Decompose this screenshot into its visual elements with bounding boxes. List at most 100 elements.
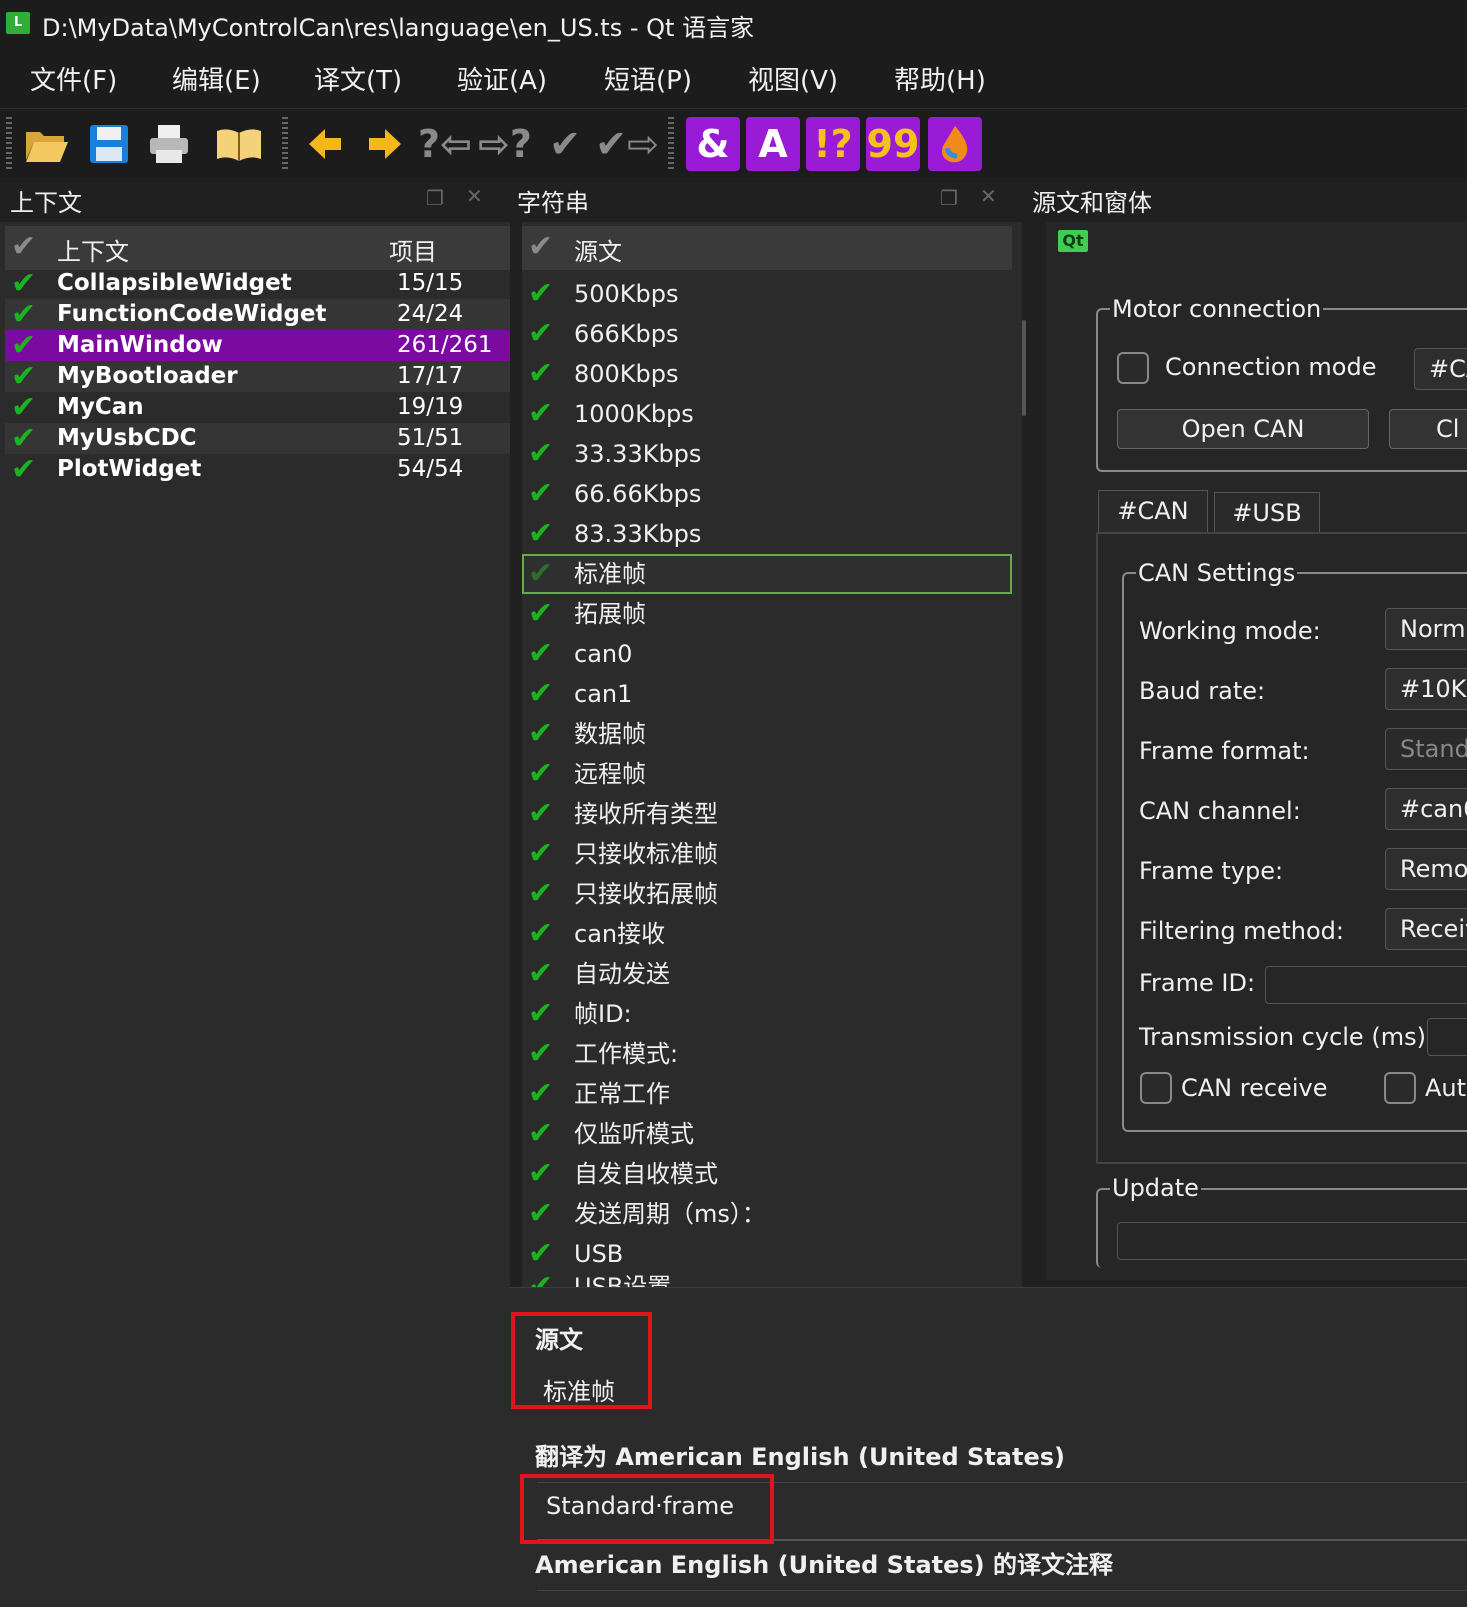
connection-mode-checkbox[interactable]	[1117, 352, 1149, 384]
baud-rate-combo[interactable]: #10Kb	[1385, 668, 1467, 710]
menu-view[interactable]: 视图(V)	[748, 60, 838, 97]
open-can-button[interactable]: Open CAN	[1117, 409, 1369, 449]
menu-file[interactable]: 文件(F)	[30, 60, 117, 97]
accelerator-check-button[interactable]: &	[686, 117, 740, 171]
string-row[interactable]: ✔ 800Kbps	[522, 354, 1012, 394]
phrasebook-icon[interactable]	[212, 117, 266, 171]
string-row[interactable]: ✔ can1	[522, 674, 1012, 714]
float-icon[interactable]: ❐	[940, 186, 958, 210]
prev-unfinished-icon[interactable]: ?⇦	[418, 117, 472, 171]
done-check-icon: ✔	[528, 756, 554, 791]
drop-icon[interactable]	[928, 117, 982, 171]
string-row[interactable]: ✔ 66.66Kbps	[522, 474, 1012, 514]
done-check-icon: ✔	[11, 266, 37, 301]
string-row[interactable]: ✔ 接收所有类型	[522, 794, 1012, 834]
done-check-icon: ✔	[528, 716, 554, 751]
string-row[interactable]: ✔ 只接收标准帧	[522, 834, 1012, 874]
menu-translation[interactable]: 译文(T)	[314, 60, 402, 97]
string-row[interactable]: ✔ 帧ID:	[522, 994, 1012, 1034]
column-items[interactable]: 项目	[389, 232, 437, 267]
close-icon[interactable]: ✕	[466, 184, 483, 208]
toolbar-grip[interactable]	[282, 117, 288, 171]
context-row[interactable]: ✔ MyBootloader 17/17	[5, 361, 510, 392]
string-row[interactable]: ✔ 只接收拓展帧	[522, 874, 1012, 914]
done-next-icon[interactable]: ✔⇨	[595, 117, 659, 171]
done-check-icon: ✔	[11, 421, 37, 456]
menu-bar: 文件(F) 编辑(E) 译文(T) 验证(A) 短语(P) 视图(V) 帮助(H…	[0, 50, 1467, 108]
frame-type-combo[interactable]: Remo	[1385, 848, 1467, 890]
close-button[interactable]: Cl	[1389, 409, 1467, 449]
context-row[interactable]: ✔ FunctionCodeWidget 24/24	[5, 299, 510, 330]
context-count: 51/51	[397, 425, 464, 451]
string-row[interactable]: ✔ 工作模式:	[522, 1034, 1012, 1074]
menu-help[interactable]: 帮助(H)	[894, 60, 986, 97]
context-name: CollapsibleWidget	[57, 270, 292, 296]
string-row[interactable]: ✔ can0	[522, 634, 1012, 674]
string-row[interactable]: ✔ 仅监听模式	[522, 1114, 1012, 1154]
next-arrow-icon[interactable]	[358, 117, 412, 171]
tab-can[interactable]: #CAN	[1098, 490, 1208, 532]
context-row[interactable]: ✔ CollapsibleWidget 15/15	[5, 268, 510, 299]
print-icon[interactable]	[142, 117, 196, 171]
frame-format-combo[interactable]: Stand	[1385, 728, 1467, 770]
menu-edit[interactable]: 编辑(E)	[172, 60, 261, 97]
auto-send-checkbox[interactable]	[1384, 1072, 1416, 1104]
transmission-cycle-input[interactable]	[1427, 1018, 1467, 1056]
string-row[interactable]: ✔ 发送周期（ms）：	[522, 1194, 1012, 1234]
next-unfinished-icon[interactable]: ⇨?	[478, 117, 532, 171]
context-row-selected[interactable]: ✔ MainWindow 261/261	[5, 330, 510, 361]
string-row[interactable]: ✔ 拓展帧	[522, 594, 1012, 634]
can-receive-checkbox[interactable]	[1140, 1072, 1172, 1104]
toolbar-grip[interactable]	[6, 117, 12, 171]
done-check-icon[interactable]: ✔	[538, 117, 592, 171]
frame-id-input[interactable]	[1265, 966, 1467, 1004]
menu-phrases[interactable]: 短语(P)	[604, 60, 692, 97]
place-marker-check-button[interactable]: 99	[866, 117, 920, 171]
string-row[interactable]: ✔ 正常工作	[522, 1074, 1012, 1114]
close-icon[interactable]: ✕	[980, 184, 997, 208]
punctuation-check-button[interactable]: A	[746, 117, 800, 171]
string-row[interactable]: ✔ 1000Kbps	[522, 394, 1012, 434]
menu-validation[interactable]: 验证(A)	[457, 60, 547, 97]
update-legend: Update	[1110, 1174, 1201, 1202]
can-channel-combo[interactable]: #can0	[1385, 788, 1467, 830]
done-check-icon: ✔	[528, 1036, 554, 1071]
string-row[interactable]: ✔ can接收	[522, 914, 1012, 954]
filtering-method-label: Filtering method:	[1139, 917, 1344, 945]
string-row[interactable]: ✔ USB设置	[522, 1274, 1012, 1287]
phrase-check-button[interactable]: !?	[806, 117, 860, 171]
context-row[interactable]: ✔ MyUsbCDC 51/51	[5, 423, 510, 454]
prev-arrow-icon[interactable]	[298, 117, 352, 171]
strings-scrollbar[interactable]	[1022, 320, 1026, 416]
toolbar: ?⇦ ⇨? ✔ ✔⇨ & A !? 99	[0, 108, 1467, 178]
toolbar-grip[interactable]	[668, 117, 674, 171]
column-context[interactable]: 上下文	[57, 232, 129, 267]
string-source: can0	[574, 640, 633, 668]
string-row[interactable]: ✔ 自动发送	[522, 954, 1012, 994]
comment-field-top	[537, 1590, 1467, 1591]
string-row[interactable]: ✔ 83.33Kbps	[522, 514, 1012, 554]
column-source[interactable]: 源文	[574, 232, 622, 267]
connection-combo[interactable]: #CA	[1414, 348, 1467, 390]
filtering-method-combo[interactable]: Receiv	[1385, 908, 1467, 950]
string-row[interactable]: ✔ 500Kbps	[522, 274, 1012, 314]
string-row[interactable]: ✔ 666Kbps	[522, 314, 1012, 354]
float-icon[interactable]: ❐	[426, 186, 444, 210]
working-mode-combo[interactable]: Norm	[1385, 608, 1467, 650]
string-row-current[interactable]: ✔ 标准帧	[522, 554, 1012, 594]
context-row[interactable]: ✔ PlotWidget 54/54	[5, 454, 510, 485]
string-row[interactable]: ✔ 自发自收模式	[522, 1154, 1012, 1194]
string-row[interactable]: ✔ USB	[522, 1234, 1012, 1274]
tab-usb[interactable]: #USB	[1214, 492, 1320, 534]
save-icon[interactable]	[82, 117, 136, 171]
string-row[interactable]: ✔ 数据帧	[522, 714, 1012, 754]
can-receive-label: CAN receive	[1181, 1074, 1328, 1102]
context-name: MyUsbCDC	[57, 425, 197, 451]
done-check-icon: ✔	[528, 1076, 554, 1111]
context-row[interactable]: ✔ MyCan 19/19	[5, 392, 510, 423]
open-folder-icon[interactable]	[20, 117, 74, 171]
string-row[interactable]: ✔ 33.33Kbps	[522, 434, 1012, 474]
frame-format-label: Frame format:	[1139, 737, 1310, 765]
translation-heading: 翻译为 American English (United States)	[535, 1443, 1065, 1471]
string-row[interactable]: ✔ 远程帧	[522, 754, 1012, 794]
